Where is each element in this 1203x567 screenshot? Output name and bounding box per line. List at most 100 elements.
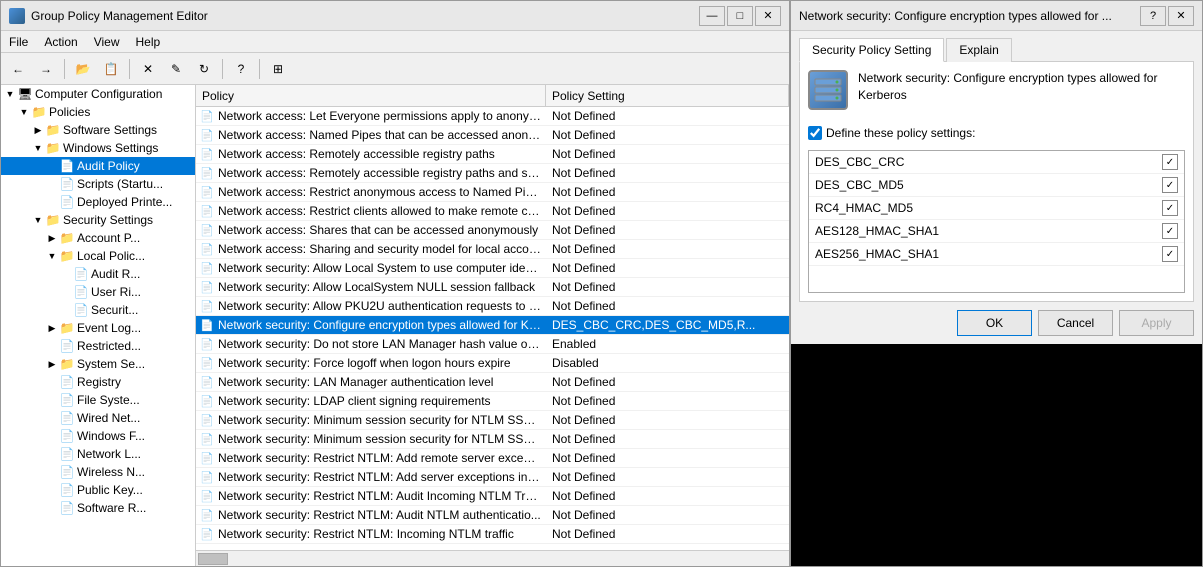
tree-item-windows-settings[interactable]: ▼ 📁 Windows Settings [1, 139, 195, 157]
tree-item-deployed-printers[interactable]: 📄 Deployed Printe... [1, 193, 195, 211]
checkbox-des-cbc-crc[interactable]: ✓ [1162, 154, 1178, 170]
tree-item-security-settings[interactable]: ▼ 📁 Security Settings [1, 211, 195, 229]
encryption-types-list[interactable]: DES_CBC_CRC ✓ DES_CBC_MD5 ✓ RC4_HMAC_MD5… [808, 150, 1185, 293]
forward-button[interactable]: → [33, 57, 59, 81]
expand-event-log[interactable]: ▶ [45, 321, 59, 335]
list-row-15[interactable]: 📄 Network security: LDAP client signing … [196, 392, 789, 411]
ok-button[interactable]: OK [957, 310, 1032, 336]
rename-button[interactable]: ✎ [163, 57, 189, 81]
list-row-2[interactable]: 📄 Network access: Remotely accessible re… [196, 145, 789, 164]
maximize-button[interactable]: □ [727, 6, 753, 26]
expand-public-key [45, 483, 59, 497]
help-button[interactable]: ? [228, 57, 254, 81]
list-row-4[interactable]: 📄 Network access: Restrict anonymous acc… [196, 183, 789, 202]
dialog-help-button[interactable]: ? [1140, 6, 1166, 26]
expand-account-policies[interactable]: ▶ [45, 231, 59, 245]
list-row-10[interactable]: 📄 Network security: Allow PKU2U authenti… [196, 297, 789, 316]
enc-type-aes128[interactable]: AES128_HMAC_SHA1 ✓ [809, 220, 1184, 243]
cancel-button[interactable]: Cancel [1038, 310, 1113, 336]
refresh-button[interactable]: ↻ [191, 57, 217, 81]
properties-button[interactable]: 📋 [98, 57, 124, 81]
row-setting-9: Not Defined [546, 280, 789, 294]
tree-item-security-o[interactable]: 📄 Securit... [1, 301, 195, 319]
computer-config-icon: 🖥 [17, 86, 33, 102]
col-header-policy[interactable]: Policy [196, 85, 546, 106]
tree-item-wireless-n[interactable]: 📄 Wireless N... [1, 463, 195, 481]
enc-type-rc4-hmac-md5[interactable]: RC4_HMAC_MD5 ✓ [809, 197, 1184, 220]
tree-item-network-l[interactable]: 📄 Network L... [1, 445, 195, 463]
tree-item-system-se[interactable]: ▶ 📁 System Se... [1, 355, 195, 373]
expand-security-settings[interactable]: ▼ [31, 213, 45, 227]
list-row-18[interactable]: 📄 Network security: Restrict NTLM: Add r… [196, 449, 789, 468]
view-button[interactable]: ⊞ [265, 57, 291, 81]
col-header-setting[interactable]: Policy Setting [546, 85, 789, 106]
expand-policies[interactable]: ▼ [17, 105, 31, 119]
list-row-20[interactable]: 📄 Network security: Restrict NTLM: Audit… [196, 487, 789, 506]
list-row-7[interactable]: 📄 Network access: Sharing and security m… [196, 240, 789, 259]
tree-item-public-key[interactable]: 📄 Public Key... [1, 481, 195, 499]
tab-explain[interactable]: Explain [946, 38, 1011, 62]
tree-item-registry[interactable]: 📄 Registry [1, 373, 195, 391]
tree-item-wired-net[interactable]: 📄 Wired Net... [1, 409, 195, 427]
list-row-5[interactable]: 📄 Network access: Restrict clients allow… [196, 202, 789, 221]
list-row-21[interactable]: 📄 Network security: Restrict NTLM: Audit… [196, 506, 789, 525]
list-row-3[interactable]: 📄 Network access: Remotely accessible re… [196, 164, 789, 183]
minimize-button[interactable]: — [699, 6, 725, 26]
menu-action[interactable]: Action [36, 33, 85, 51]
horizontal-scrollbar[interactable] [196, 550, 789, 566]
enc-type-aes256[interactable]: AES256_HMAC_SHA1 ✓ [809, 243, 1184, 266]
list-row-16[interactable]: 📄 Network security: Minimum session secu… [196, 411, 789, 430]
tab-security-policy[interactable]: Security Policy Setting [799, 38, 944, 62]
expand-computer-config[interactable]: ▼ [3, 87, 17, 101]
tree-item-local-policies[interactable]: ▼ 📁 Local Polic... [1, 247, 195, 265]
tree-item-file-system[interactable]: 📄 File Syste... [1, 391, 195, 409]
menu-file[interactable]: File [1, 33, 36, 51]
tree-item-restricted[interactable]: 📄 Restricted... [1, 337, 195, 355]
list-row-12[interactable]: 📄 Network security: Do not store LAN Man… [196, 335, 789, 354]
enc-type-des-cbc-md5[interactable]: DES_CBC_MD5 ✓ [809, 174, 1184, 197]
expand-software-settings[interactable]: ▶ [31, 123, 45, 137]
define-settings-checkbox[interactable] [808, 126, 822, 140]
row-icon-13: 📄 [196, 357, 218, 370]
tree-item-event-log[interactable]: ▶ 📁 Event Log... [1, 319, 195, 337]
list-row-19[interactable]: 📄 Network security: Restrict NTLM: Add s… [196, 468, 789, 487]
tree-item-computer-config[interactable]: ▼ 🖥 Computer Configuration [1, 85, 195, 103]
list-row-13[interactable]: 📄 Network security: Force logoff when lo… [196, 354, 789, 373]
list-row-22[interactable]: 📄 Network security: Restrict NTLM: Incom… [196, 525, 789, 544]
list-row-8[interactable]: 📄 Network security: Allow Local System t… [196, 259, 789, 278]
menu-help[interactable]: Help [128, 33, 169, 51]
back-button[interactable]: ← [5, 57, 31, 81]
expand-system-se[interactable]: ▶ [45, 357, 59, 371]
list-row-0[interactable]: 📄 Network access: Let Everyone permissio… [196, 107, 789, 126]
tree-item-policies[interactable]: ▼ 📁 Policies [1, 103, 195, 121]
close-button[interactable]: ✕ [755, 6, 781, 26]
enc-type-des-cbc-crc[interactable]: DES_CBC_CRC ✓ [809, 151, 1184, 174]
tree-item-audit-r[interactable]: 📄 Audit R... [1, 265, 195, 283]
open-button[interactable]: 📂 [70, 57, 96, 81]
list-row-17[interactable]: 📄 Network security: Minimum session secu… [196, 430, 789, 449]
list-row-11[interactable]: 📄 Network security: Configure encryption… [196, 316, 789, 335]
tree-item-scripts[interactable]: 📄 Scripts (Startu... [1, 175, 195, 193]
checkbox-aes128[interactable]: ✓ [1162, 223, 1178, 239]
tree-item-software-r[interactable]: 📄 Software R... [1, 499, 195, 517]
checkbox-rc4-hmac-md5[interactable]: ✓ [1162, 200, 1178, 216]
checkbox-des-cbc-md5[interactable]: ✓ [1162, 177, 1178, 193]
menu-view[interactable]: View [86, 33, 128, 51]
dialog-title-text: Network security: Configure encryption t… [799, 9, 1134, 23]
list-row-1[interactable]: 📄 Network access: Named Pipes that can b… [196, 126, 789, 145]
list-row-6[interactable]: 📄 Network access: Shares that can be acc… [196, 221, 789, 240]
dialog-close-button[interactable]: ✕ [1168, 6, 1194, 26]
expand-local-policies[interactable]: ▼ [45, 249, 59, 263]
apply-button[interactable]: Apply [1119, 310, 1194, 336]
expand-windows-settings[interactable]: ▼ [31, 141, 45, 155]
tree-item-audit-policy[interactable]: 📄 Audit Policy [1, 157, 195, 175]
checkbox-aes256[interactable]: ✓ [1162, 246, 1178, 262]
list-row-9[interactable]: 📄 Network security: Allow LocalSystem NU… [196, 278, 789, 297]
list-row-14[interactable]: 📄 Network security: LAN Manager authenti… [196, 373, 789, 392]
tree-item-windows-f[interactable]: 📄 Windows F... [1, 427, 195, 445]
tree-item-account-policies[interactable]: ▶ 📁 Account P... [1, 229, 195, 247]
tree-item-software-settings[interactable]: ▶ 📁 Software Settings [1, 121, 195, 139]
list-scroll[interactable]: 📄 Network access: Let Everyone permissio… [196, 107, 789, 550]
delete-button[interactable]: ✕ [135, 57, 161, 81]
tree-item-user-ri[interactable]: 📄 User Ri... [1, 283, 195, 301]
